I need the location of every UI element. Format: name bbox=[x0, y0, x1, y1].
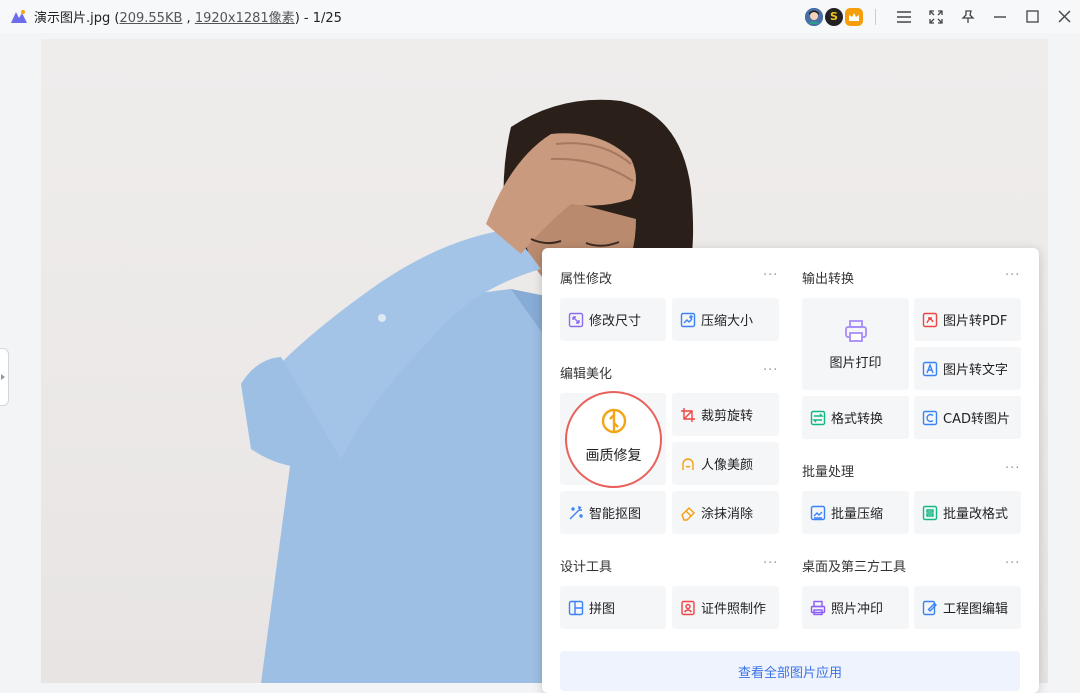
portrait-beauty-icon bbox=[680, 456, 696, 472]
tool-format-convert-label: 格式转换 bbox=[831, 412, 884, 427]
tool-smart-cutout[interactable]: 智能抠图 bbox=[560, 491, 666, 534]
tool-portrait-beauty-label: 人像美颜 bbox=[701, 458, 754, 473]
app-logo-icon bbox=[10, 8, 28, 26]
desktop-more-button[interactable]: ··· bbox=[1005, 556, 1020, 571]
maximize-icon[interactable] bbox=[1016, 0, 1048, 33]
close-icon[interactable] bbox=[1048, 0, 1080, 33]
window-title: 演示图片.jpg (209.55KB , 1920x1281像素) - 1/25 bbox=[34, 7, 342, 26]
tool-cad-label: CAD转图片 bbox=[943, 412, 1010, 427]
format-convert-icon bbox=[810, 410, 826, 426]
smart-cutout-icon bbox=[568, 505, 584, 521]
title-bar: 演示图片.jpg (209.55KB , 1920x1281像素) - 1/25… bbox=[0, 0, 1080, 33]
edit-more-button[interactable]: ··· bbox=[763, 363, 778, 378]
file-size[interactable]: 209.55KB bbox=[119, 11, 182, 26]
photo-print-icon bbox=[810, 600, 826, 616]
tool-resize[interactable]: 修改尺寸 bbox=[560, 298, 666, 341]
tool-collage[interactable]: 拼图 bbox=[560, 586, 666, 629]
minimize-icon[interactable] bbox=[984, 0, 1016, 33]
section-title-edit: 编辑美化 bbox=[560, 367, 613, 382]
batch-compress-icon bbox=[810, 505, 826, 521]
tool-photo-print-label: 照片冲印 bbox=[831, 602, 884, 617]
image-position: - 1/25 bbox=[299, 11, 342, 26]
tool-batch-compress-label: 批量压缩 bbox=[831, 507, 884, 522]
fullscreen-icon[interactable] bbox=[920, 0, 952, 33]
tool-batch-format[interactable]: 批量改格式 bbox=[914, 491, 1021, 534]
titlebar-divider bbox=[875, 8, 876, 25]
attribute-more-button[interactable]: ··· bbox=[763, 268, 778, 283]
ocr-text-icon bbox=[922, 361, 938, 377]
tool-to-pdf-label: 图片转PDF bbox=[943, 314, 1008, 329]
tool-collage-label: 拼图 bbox=[589, 602, 616, 617]
tool-crop-rotate[interactable]: 裁剪旋转 bbox=[672, 393, 779, 436]
tool-id-photo-label: 证件照制作 bbox=[701, 602, 767, 617]
section-title-batch: 批量处理 bbox=[802, 465, 855, 480]
tool-batch-format-label: 批量改格式 bbox=[943, 507, 1009, 522]
batch-more-button[interactable]: ··· bbox=[1005, 461, 1020, 476]
tool-photo-print[interactable]: 照片冲印 bbox=[802, 586, 909, 629]
tool-compress[interactable]: 压缩大小 bbox=[672, 298, 779, 341]
user-avatar-icon[interactable] bbox=[805, 7, 823, 26]
file-name: 演示图片.jpg bbox=[34, 11, 111, 26]
s-badge-icon[interactable]: S bbox=[825, 7, 843, 26]
section-title-output: 输出转换 bbox=[802, 272, 855, 287]
tool-to-pdf[interactable]: 图片转PDF bbox=[914, 298, 1021, 341]
menu-icon[interactable] bbox=[888, 0, 920, 33]
tool-compress-label: 压缩大小 bbox=[701, 314, 754, 329]
tool-to-text-label: 图片转文字 bbox=[943, 363, 1009, 378]
pin-icon[interactable] bbox=[952, 0, 984, 33]
pdf-icon bbox=[922, 312, 938, 328]
side-panel-toggle[interactable] bbox=[0, 348, 9, 406]
quality-repair-icon bbox=[600, 407, 628, 435]
tool-repair-highlight[interactable]: 画质修复 bbox=[565, 391, 662, 488]
output-more-button[interactable]: ··· bbox=[1005, 268, 1020, 283]
printer-icon bbox=[843, 318, 869, 344]
title-comma: , bbox=[182, 11, 195, 26]
section-title-design: 设计工具 bbox=[560, 560, 613, 575]
tool-resize-label: 修改尺寸 bbox=[589, 314, 642, 329]
tool-to-text[interactable]: 图片转文字 bbox=[914, 347, 1021, 390]
see-all-apps-button[interactable]: 查看全部图片应用 bbox=[560, 651, 1020, 691]
eraser-icon bbox=[680, 505, 696, 521]
tool-print-label: 图片打印 bbox=[829, 355, 882, 371]
section-title-desktop: 桌面及第三方工具 bbox=[802, 560, 907, 575]
batch-format-icon bbox=[922, 505, 938, 521]
cad-icon bbox=[922, 410, 938, 426]
crop-rotate-icon bbox=[680, 407, 696, 423]
drawing-edit-icon bbox=[922, 600, 938, 616]
collage-icon bbox=[568, 600, 584, 616]
tool-cad[interactable]: CAD转图片 bbox=[914, 396, 1021, 439]
tool-erase[interactable]: 涂抹消除 bbox=[672, 491, 779, 534]
tool-repair-label: 画质修复 bbox=[585, 448, 642, 464]
id-photo-icon bbox=[680, 600, 696, 616]
compress-icon bbox=[680, 312, 696, 328]
tool-crop-rotate-label: 裁剪旋转 bbox=[701, 409, 754, 424]
resize-icon bbox=[568, 312, 584, 328]
tool-print[interactable]: 图片打印 bbox=[802, 298, 909, 390]
tool-smart-cutout-label: 智能抠图 bbox=[589, 507, 642, 522]
tool-format-convert[interactable]: 格式转换 bbox=[802, 396, 909, 439]
tool-batch-compress[interactable]: 批量压缩 bbox=[802, 491, 909, 534]
design-more-button[interactable]: ··· bbox=[763, 556, 778, 571]
tool-drawing-edit[interactable]: 工程图编辑 bbox=[914, 586, 1021, 629]
tool-portrait-beauty[interactable]: 人像美颜 bbox=[672, 442, 779, 485]
image-dimensions[interactable]: 1920x1281像素 bbox=[195, 11, 295, 26]
titlebar-controls: S bbox=[803, 0, 1080, 33]
tool-id-photo[interactable]: 证件照制作 bbox=[672, 586, 779, 629]
tool-drawing-edit-label: 工程图编辑 bbox=[943, 602, 1009, 617]
tool-erase-label: 涂抹消除 bbox=[701, 507, 754, 522]
crown-vip-icon[interactable] bbox=[845, 7, 863, 26]
section-title-attribute: 属性修改 bbox=[560, 272, 613, 287]
